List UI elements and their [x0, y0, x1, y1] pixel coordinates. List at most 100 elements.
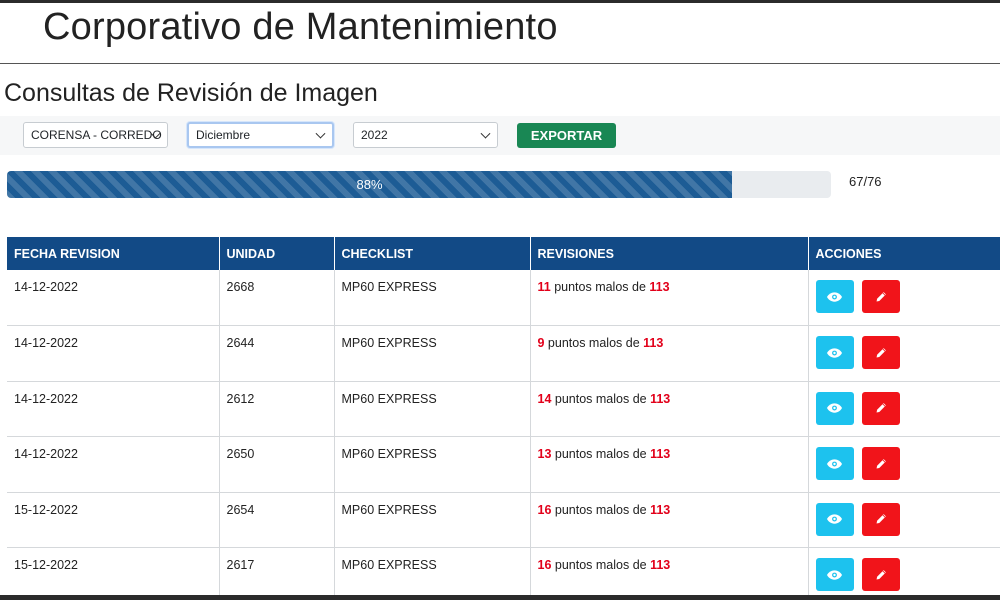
cell-checklist: MP60 EXPRESS	[334, 436, 531, 493]
total-points: 113	[649, 280, 670, 294]
view-button[interactable]	[815, 391, 854, 425]
cliente-select[interactable]: CORENSA - CORREDO	[23, 122, 168, 148]
bad-points-count: 13	[537, 447, 552, 461]
window-top-border	[0, 0, 1000, 3]
edit-button[interactable]	[861, 558, 900, 591]
bad-points-text: puntos malos de	[551, 391, 651, 406]
table-row: 15-12-2022 2654 MP60 EXPRESS 16 puntos malo…	[7, 492, 1000, 548]
bad-points-text: puntos malos de	[544, 336, 644, 350]
bad-points-text: puntos malos de	[551, 502, 651, 517]
view-button[interactable]	[815, 280, 854, 313]
cell-unidad: 2668	[219, 270, 335, 326]
cell-acciones	[808, 270, 1000, 326]
total-points: 113	[650, 391, 671, 406]
edit-button[interactable]	[861, 336, 900, 369]
bad-points-text: puntos malos de	[551, 447, 651, 461]
column-header-acciones: ACCIONES	[808, 237, 1000, 270]
table-header-row: FECHA REVISION UNIDAD CHECKLIST REVISION…	[7, 237, 1000, 270]
table-row: 15-12-2022 2617 MP60 EXPRESS 16 puntos malo…	[7, 547, 1000, 600]
edit-button[interactable]	[861, 280, 900, 313]
cell-fecha: 14-12-2022	[7, 381, 220, 437]
cell-acciones	[808, 325, 1000, 382]
column-header-checklist[interactable]: CHECKLIST	[334, 237, 531, 270]
view-button[interactable]	[815, 558, 854, 591]
pencil-icon	[875, 458, 887, 470]
cell-revisiones: 16 puntos malos de 113	[530, 492, 809, 548]
cell-acciones	[808, 547, 1000, 600]
pencil-icon	[875, 402, 887, 414]
table-row: 14-12-2022 2668 MP60 EXPRESS 11 puntos malo…	[7, 270, 1000, 326]
cell-fecha: 14-12-2022	[7, 325, 220, 382]
progress-track: 88%	[7, 171, 831, 198]
cell-checklist: MP60 EXPRESS	[334, 325, 531, 382]
cell-unidad: 2612	[219, 381, 335, 437]
progress-label: 88%	[356, 177, 383, 192]
app-title: Corporativo de Mantenimiento	[43, 6, 558, 48]
cell-acciones	[808, 381, 1000, 437]
progress-bar: 88%	[7, 171, 733, 198]
cell-unidad: 2654	[219, 492, 335, 548]
chevron-down-icon	[315, 128, 326, 139]
cell-revisiones: 11 puntos malos de 113	[530, 270, 809, 326]
pencil-icon	[875, 347, 887, 359]
pencil-icon	[875, 569, 887, 581]
bad-points-text: puntos malos de	[551, 558, 651, 572]
cell-unidad: 2617	[219, 547, 335, 600]
pencil-icon	[875, 513, 887, 525]
bad-points-text: puntos malos de	[550, 280, 650, 294]
view-button[interactable]	[815, 447, 854, 480]
cell-revisiones: 16 puntos malos de 113	[530, 547, 809, 600]
column-header-unidad[interactable]: UNIDAD	[219, 237, 335, 270]
cell-acciones	[808, 492, 1000, 548]
anio-select-value: 2022	[361, 128, 388, 142]
table-row: 14-12-2022 2650 MP60 EXPRESS 13 puntos malo…	[7, 436, 1000, 493]
bad-points-count: 16	[537, 558, 552, 572]
edit-button[interactable]	[861, 447, 900, 480]
progress-count: 67/76	[849, 174, 882, 189]
total-points: 113	[650, 558, 671, 572]
anio-select[interactable]: 2022	[353, 122, 498, 148]
eye-icon	[827, 291, 842, 302]
page-title: Consultas de Revisión de Imagen	[4, 79, 378, 107]
view-button[interactable]	[815, 336, 854, 369]
pencil-icon	[875, 291, 887, 303]
cell-checklist: MP60 EXPRESS	[334, 270, 531, 326]
total-points: 113	[643, 336, 664, 350]
cell-fecha: 15-12-2022	[7, 492, 220, 548]
table-row: 14-12-2022 2644 MP60 EXPRESS 9 puntos malos…	[7, 325, 1000, 382]
eye-icon	[827, 514, 842, 524]
cell-checklist: MP60 EXPRESS	[334, 381, 531, 437]
bad-points-count: 11	[537, 280, 551, 294]
eye-icon	[827, 403, 842, 413]
filter-bar: CORENSA - CORREDO Diciembre 2022 EXPORTA…	[0, 116, 1000, 155]
edit-button[interactable]	[861, 391, 900, 425]
cell-unidad: 2650	[219, 436, 335, 493]
cell-unidad: 2644	[219, 325, 335, 382]
total-points: 113	[650, 447, 671, 461]
cliente-select-value: CORENSA - CORREDO	[31, 128, 162, 142]
mes-select-value: Diciembre	[196, 128, 251, 142]
cell-revisiones: 13 puntos malos de 113	[530, 436, 809, 493]
revisions-table: FECHA REVISION UNIDAD CHECKLIST REVISION…	[7, 237, 1000, 600]
chevron-down-icon	[480, 128, 491, 139]
cell-fecha: 14-12-2022	[7, 270, 220, 326]
column-header-revisiones[interactable]: REVISIONES	[530, 237, 809, 270]
eye-icon	[827, 347, 842, 358]
window-bottom-border	[0, 595, 1000, 600]
cell-fecha: 15-12-2022	[7, 547, 220, 600]
cell-checklist: MP60 EXPRESS	[334, 492, 531, 548]
bad-points-count: 14	[537, 391, 552, 406]
column-header-fecha[interactable]: FECHA REVISION	[7, 237, 220, 270]
mes-select[interactable]: Diciembre	[187, 122, 334, 148]
total-points: 113	[650, 502, 671, 517]
view-button[interactable]	[815, 502, 854, 536]
cell-revisiones: 14 puntos malos de 113	[530, 381, 809, 437]
cell-fecha: 14-12-2022	[7, 436, 220, 493]
cell-acciones	[808, 436, 1000, 493]
cell-revisiones: 9 puntos malos de 113	[530, 325, 809, 382]
export-button[interactable]: EXPORTAR	[517, 123, 616, 148]
eye-icon	[827, 569, 842, 580]
bad-points-count: 16	[537, 502, 552, 517]
header-divider	[0, 63, 1000, 64]
edit-button[interactable]	[861, 502, 900, 536]
